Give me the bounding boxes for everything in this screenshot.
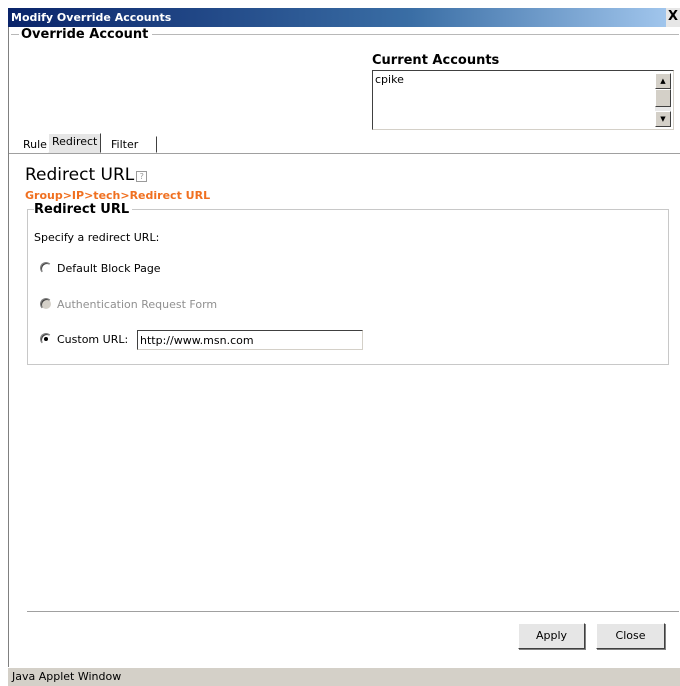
scroll-up-arrow-icon[interactable]: ▲ (655, 73, 671, 89)
scroll-thumb[interactable] (655, 89, 671, 107)
instruction-text: Specify a redirect URL: (34, 231, 160, 244)
close-button[interactable]: Close (596, 623, 665, 649)
close-icon[interactable]: X (666, 8, 680, 27)
radio-default-block-page[interactable] (40, 262, 52, 274)
tab-rule[interactable]: Rule (19, 136, 51, 153)
option-label: Default Block Page (57, 262, 161, 275)
help-icon[interactable]: ? (136, 171, 148, 182)
option-label: Authentication Request Form (57, 298, 218, 311)
window-titlebar: Modify Override Accounts X (8, 8, 680, 27)
breadcrumb: Group>IP>tech>Redirect URL (25, 189, 211, 202)
redirect-url-group: Redirect URL Specify a redirect URL: Def… (27, 202, 669, 365)
divider (27, 611, 679, 612)
custom-url-input[interactable] (137, 330, 363, 350)
redirect-url-legend: Redirect URL (34, 202, 133, 217)
option-custom-url[interactable]: Custom URL: (40, 330, 440, 350)
tab-filter-options[interactable]: Filter Options (107, 136, 158, 166)
apply-button[interactable]: Apply (518, 623, 585, 649)
override-account-legend: Override Account (19, 27, 153, 42)
option-label: Custom URL: (57, 333, 129, 346)
radio-authentication-request-form (40, 298, 52, 310)
list-item[interactable]: cpike (375, 73, 404, 86)
window-title: Modify Override Accounts (11, 11, 172, 24)
current-accounts-label: Current Accounts (372, 53, 500, 68)
radio-custom-url[interactable] (40, 333, 52, 345)
page-title-text: Redirect URL (25, 165, 135, 185)
accounts-scrollbar[interactable]: ▲ ▼ (655, 73, 671, 127)
status-bar: Java Applet Window (8, 667, 680, 686)
option-authentication-request-form: Authentication Request Form (40, 298, 240, 312)
dialog-window: Override Account Current Accounts cpike … (8, 27, 680, 667)
current-accounts-list[interactable]: cpike ▲ ▼ (372, 70, 674, 130)
page-title: Redirect URL? (25, 165, 148, 185)
redirect-panel: Redirect URL? Group>IP>tech>Redirect URL… (9, 153, 680, 667)
tab-redirect[interactable]: Redirect (48, 133, 102, 153)
scroll-down-arrow-icon[interactable]: ▼ (655, 111, 671, 127)
option-default-block-page[interactable]: Default Block Page (40, 262, 240, 276)
